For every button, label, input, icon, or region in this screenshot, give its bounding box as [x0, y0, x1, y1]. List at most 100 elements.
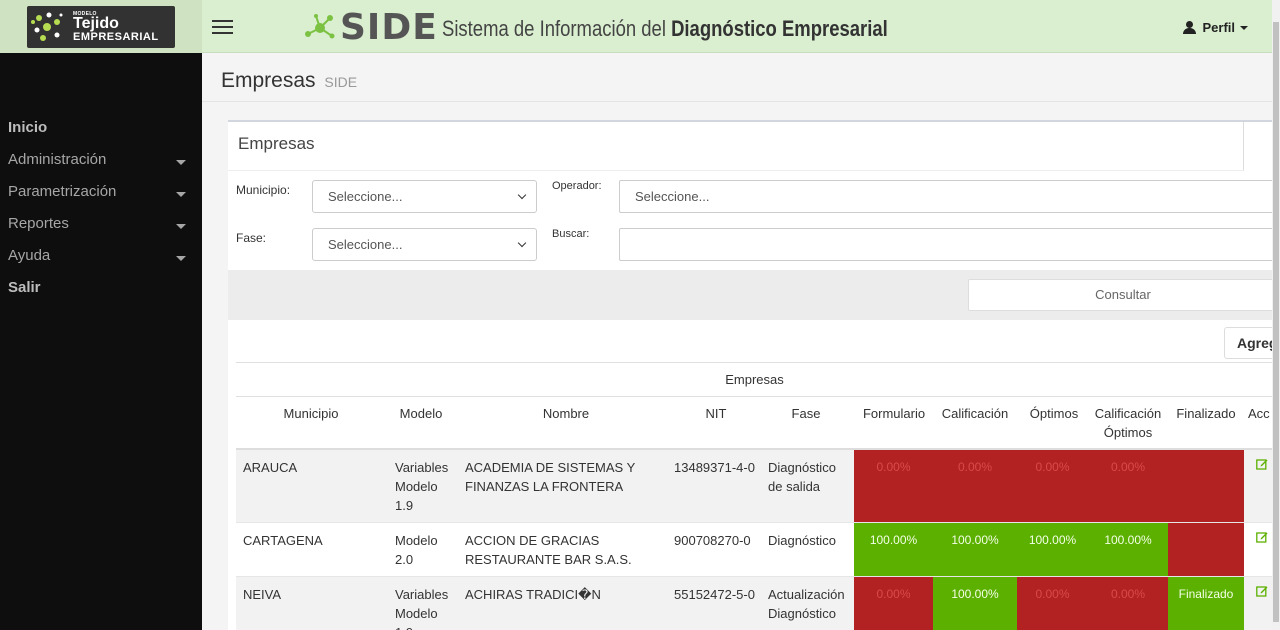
cell-calificacion-optimos: 0.00%	[1088, 450, 1168, 522]
edit-icon[interactable]	[1256, 458, 1268, 470]
brand-title-bold: Diagnóstico Empresarial	[671, 16, 888, 41]
cell-modelo: Variables Modelo 1.9	[395, 460, 449, 513]
cell-fase: Diagnóstico de salida	[768, 460, 836, 494]
main-content: Empresas SIDE Empresas Municipio: Selecc…	[202, 53, 1272, 630]
edit-icon[interactable]	[1256, 531, 1268, 543]
page-subtitle: SIDE	[324, 74, 358, 90]
cell-formulario: 0.00%	[854, 577, 933, 630]
cell-value: 0.00%	[876, 587, 911, 601]
sidebar-item-salir[interactable]: Salir	[0, 276, 202, 308]
buscar-input[interactable]	[619, 228, 1272, 261]
cell-nit: 13489371-4-0	[674, 460, 755, 475]
profile-dropdown[interactable]: Perfil	[1183, 20, 1248, 35]
cell-value	[1168, 523, 1244, 531]
cell-optimos: 0.00%	[1017, 577, 1088, 630]
th-finalizado[interactable]: Finalizado	[1170, 404, 1242, 423]
cell-value: 100.00%	[951, 587, 999, 601]
sidebar-item-reportes[interactable]: Reportes	[0, 212, 202, 244]
profile-label: Perfil	[1202, 20, 1235, 35]
empresas-box: Empresas Municipio: Seleccione... Operad…	[228, 120, 1272, 630]
sidebar-item-inicio[interactable]: Inicio	[0, 116, 202, 148]
cell-nit: 900708270-0	[674, 533, 751, 548]
operador-select-value: Seleccione...	[635, 189, 710, 204]
cell-nombre: ACHIRAS TRADICI�N	[465, 587, 601, 602]
cell-value: Finalizado	[1178, 587, 1234, 601]
municipio-select[interactable]: Seleccione...	[312, 180, 537, 213]
cell-value: 0.00%	[1035, 460, 1070, 474]
chevron-down-icon	[517, 190, 527, 200]
caret-down-icon	[176, 256, 186, 261]
agregar-button[interactable]: Agreg	[1224, 327, 1272, 359]
caret-down-icon	[1240, 26, 1248, 30]
table-row: NEIVA Variables Modelo 1.9 ACHIRAS TRADI…	[236, 577, 1272, 630]
cell-value	[1168, 450, 1244, 458]
caret-down-icon	[176, 160, 186, 165]
caret-down-icon	[176, 224, 186, 229]
sidebar-menu: Inicio Administración Parametrización Re…	[0, 116, 202, 308]
cell-value: 100.00%	[1104, 533, 1152, 547]
cell-fase: Diagnóstico	[768, 533, 836, 548]
sidebar-item-parametrizacion[interactable]: Parametrización	[0, 180, 202, 212]
brand-title-pre: Sistema de Información del	[442, 16, 666, 41]
cell-formulario: 100.00%	[854, 523, 933, 576]
th-calificacion[interactable]: Calificación	[933, 404, 1017, 423]
fase-select-value: Seleccione...	[328, 237, 403, 252]
th-formulario[interactable]: Formulario	[854, 404, 934, 423]
consultar-button[interactable]: Consultar	[968, 279, 1272, 311]
caret-down-icon	[176, 192, 186, 197]
th-nit[interactable]: NIT	[681, 404, 751, 423]
box-title: Empresas	[238, 134, 315, 153]
cell-calificacion-optimos: 100.00%	[1088, 523, 1168, 576]
cell-nombre: ACCION DE GRACIAS RESTAURANTE BAR S.A.S.	[465, 533, 632, 567]
table-row: ARAUCA Variables Modelo 1.9 ACADEMIA DE …	[236, 450, 1272, 523]
municipio-select-value: Seleccione...	[328, 189, 403, 204]
side-network-icon	[305, 14, 335, 39]
buscar-label: Buscar:	[552, 228, 590, 240]
municipio-label: Municipio:	[236, 183, 291, 197]
sidebar-item-administracion[interactable]: Administración	[0, 148, 202, 180]
fase-label: Fase:	[236, 231, 267, 245]
brand-title: Sistema de Información del Diagnóstico E…	[442, 16, 888, 42]
cell-nit: 55152472-5-0	[674, 587, 755, 602]
cell-value: 0.00%	[1110, 587, 1146, 601]
th-modelo[interactable]: Modelo	[386, 404, 456, 423]
fase-select[interactable]: Seleccione...	[312, 228, 537, 261]
sidebar-item-label: Inicio	[8, 119, 48, 136]
table-caption: Empresas	[236, 362, 1272, 397]
top-navbar: SIDE Sistema de Información del Diagnóst…	[202, 0, 1272, 53]
cell-finalizado	[1168, 523, 1244, 576]
tejido-empresarial-logo[interactable]: MODELO Tejido EMPRESARIAL	[27, 6, 175, 48]
operador-select[interactable]: Seleccione...	[619, 180, 1272, 213]
logo-area: MODELO Tejido EMPRESARIAL	[0, 0, 202, 53]
th-nombre[interactable]: Nombre	[516, 404, 616, 423]
sidebar-item-ayuda[interactable]: Ayuda	[0, 244, 202, 276]
cell-value: 100.00%	[1028, 533, 1077, 547]
scrollbar-thumb[interactable]	[1273, 22, 1279, 622]
box-header: Empresas	[228, 122, 1244, 171]
divider	[202, 101, 1272, 102]
hamburger-menu-icon[interactable]	[212, 20, 233, 34]
cell-formulario: 0.00%	[854, 450, 933, 522]
chevron-down-icon	[517, 238, 527, 248]
page-title-text: Empresas	[221, 69, 316, 92]
cell-municipio: CARTAGENA	[243, 533, 323, 548]
th-municipio[interactable]: Municipio	[266, 404, 356, 423]
page-scrollbar[interactable]	[1272, 0, 1280, 630]
sidebar-item-label: Reportes	[8, 215, 69, 232]
cell-value: 0.00%	[957, 460, 993, 474]
th-fase[interactable]: Fase	[766, 404, 846, 423]
cell-value: 0.00%	[1035, 587, 1070, 601]
cell-calificacion-optimos: 0.00%	[1088, 577, 1168, 630]
sidebar-item-label: Ayuda	[8, 247, 51, 264]
cell-nombre: ACADEMIA DE SISTEMAS Y FINANZAS LA FRONT…	[465, 460, 636, 494]
edit-icon[interactable]	[1256, 585, 1268, 597]
cell-value: 100.00%	[869, 533, 918, 547]
cell-optimos: 0.00%	[1017, 450, 1088, 522]
operador-label: Operador:	[552, 180, 602, 192]
cell-value: 100.00%	[951, 533, 999, 547]
cell-optimos: 100.00%	[1017, 523, 1088, 576]
cell-modelo: Modelo 2.0	[395, 533, 438, 567]
th-calificacion-optimos[interactable]: Calificación Óptimos	[1088, 404, 1168, 442]
sidebar: MODELO Tejido EMPRESARIAL Inicio Adminis…	[0, 0, 202, 630]
th-optimos[interactable]: Óptimos	[1017, 404, 1091, 423]
